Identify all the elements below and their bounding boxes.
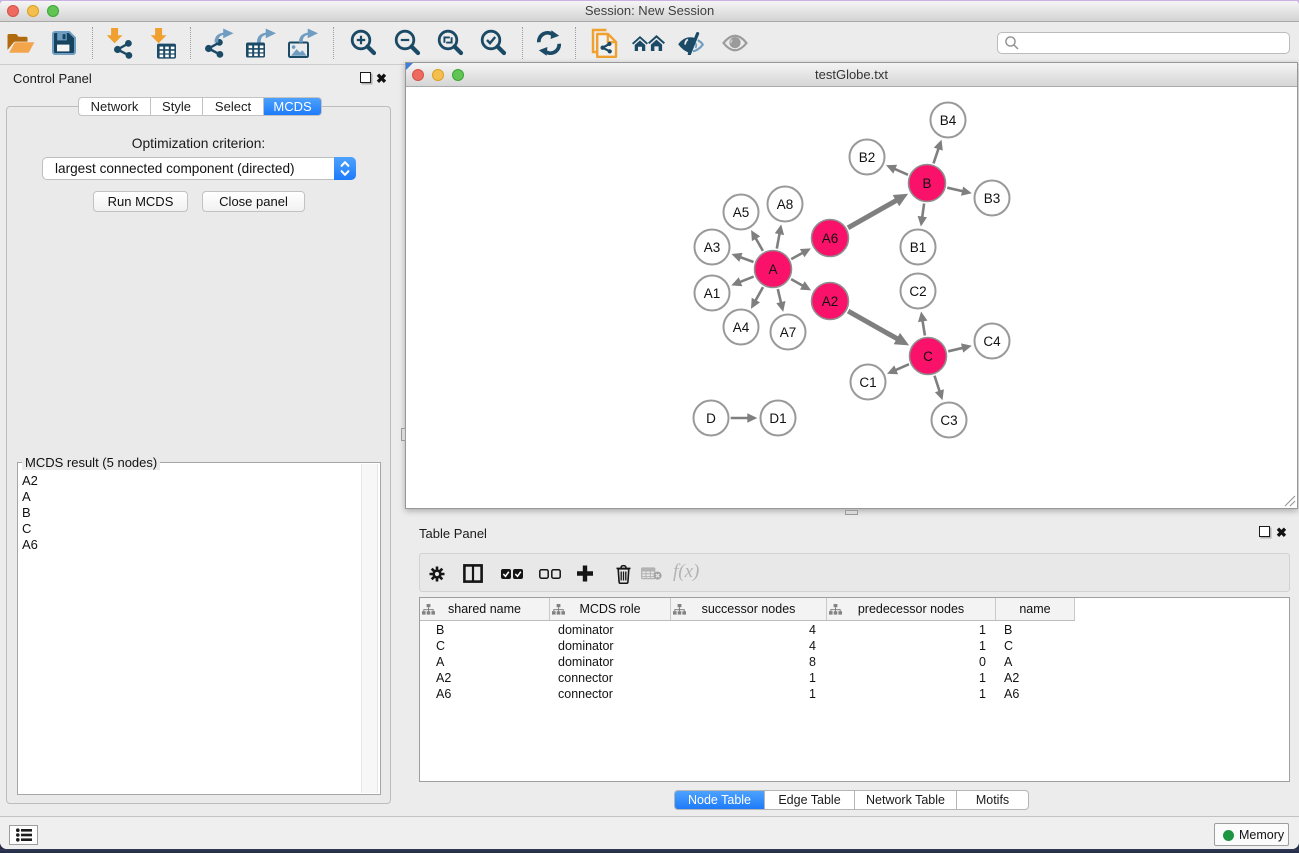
svg-text:C4: C4 xyxy=(983,334,1001,349)
svg-text:A8: A8 xyxy=(777,197,794,212)
svg-text:C1: C1 xyxy=(859,375,876,390)
svg-text:A1: A1 xyxy=(704,286,721,301)
svg-text:A3: A3 xyxy=(704,240,721,255)
svg-text:A7: A7 xyxy=(780,325,797,340)
svg-text:B: B xyxy=(922,176,931,191)
svg-text:D1: D1 xyxy=(769,411,786,426)
svg-text:A6: A6 xyxy=(822,231,839,246)
svg-text:C2: C2 xyxy=(909,284,926,299)
svg-text:B1: B1 xyxy=(910,240,927,255)
svg-text:A4: A4 xyxy=(733,320,750,335)
svg-text:B4: B4 xyxy=(940,113,957,128)
svg-text:C3: C3 xyxy=(940,413,957,428)
svg-text:A: A xyxy=(768,262,777,277)
svg-text:B2: B2 xyxy=(859,150,876,165)
svg-text:B3: B3 xyxy=(984,191,1001,206)
svg-text:C: C xyxy=(923,349,933,364)
svg-text:A5: A5 xyxy=(733,205,750,220)
svg-text:D: D xyxy=(706,411,716,426)
svg-text:A2: A2 xyxy=(822,294,839,309)
